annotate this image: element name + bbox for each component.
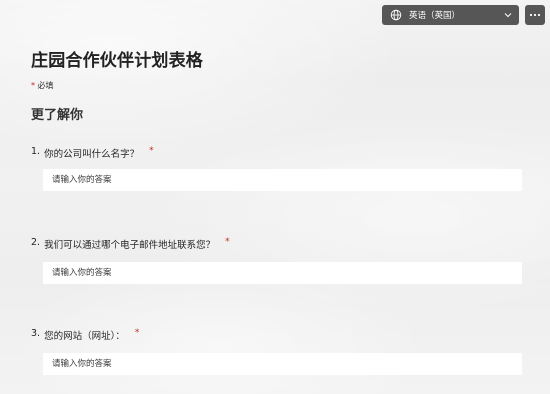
more-options-icon bbox=[529, 13, 541, 17]
top-toolbar: 英语（英国） bbox=[382, 5, 545, 25]
company-name-input[interactable] bbox=[43, 169, 522, 191]
email-input[interactable] bbox=[43, 262, 522, 284]
question-number: 3. bbox=[31, 328, 41, 339]
required-star: * bbox=[225, 237, 230, 247]
required-star: * bbox=[31, 81, 35, 90]
required-star: * bbox=[134, 328, 140, 338]
more-options-button[interactable] bbox=[525, 5, 545, 25]
question-2: 2. 我们可以通过哪个电子邮件地址联系您？ * bbox=[31, 237, 522, 284]
question-1: 1. 你的公司叫什么名字？ * bbox=[31, 146, 522, 191]
section-title: 更了解你 bbox=[31, 108, 84, 123]
required-text: 必填 bbox=[37, 81, 54, 90]
required-note: * 必填 bbox=[31, 80, 54, 91]
globe-icon bbox=[390, 9, 402, 21]
language-label: 英语（英国） bbox=[409, 11, 461, 21]
form-title: 庄园合作伙伴计划表格 bbox=[31, 51, 203, 71]
question-text: 你的公司叫什么名字？ bbox=[44, 149, 140, 160]
language-selector[interactable]: 英语（英国） bbox=[382, 5, 519, 25]
required-star: * bbox=[149, 146, 154, 156]
question-label: 1. 你的公司叫什么名字？ * bbox=[31, 146, 522, 160]
chevron-down-icon bbox=[503, 10, 513, 20]
question-number: 2. bbox=[31, 237, 41, 248]
question-3: 3. 您的网站（网址）： * bbox=[31, 328, 522, 375]
question-number: 1. bbox=[31, 146, 41, 157]
question-text: 我们可以通过哪个电子邮件地址联系您？ bbox=[44, 240, 216, 251]
question-text: 您的网站（网址）： bbox=[44, 331, 125, 342]
question-label: 3. 您的网站（网址）： * bbox=[31, 328, 522, 342]
question-label: 2. 我们可以通过哪个电子邮件地址联系您？ * bbox=[31, 237, 522, 251]
website-input[interactable] bbox=[43, 353, 522, 375]
